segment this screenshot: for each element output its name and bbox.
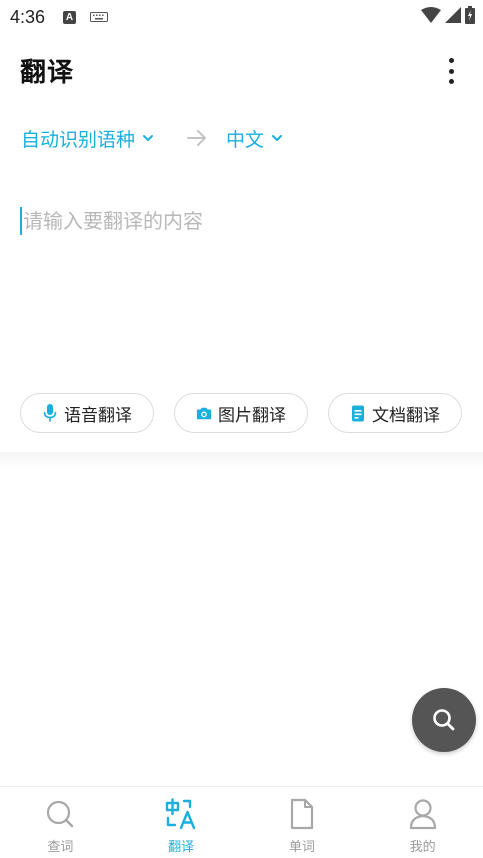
swap-arrow-icon[interactable] xyxy=(186,128,208,148)
nav-item-words[interactable]: 单词 xyxy=(242,787,363,858)
section-divider xyxy=(0,452,483,470)
image-translate-button[interactable]: 图片翻译 xyxy=(174,393,308,433)
translate-icon xyxy=(165,797,197,831)
status-bar: 4:36 A xyxy=(0,0,483,34)
a-notification-icon: A xyxy=(63,10,77,24)
translation-actions: 语音翻译 图片翻译 文档翻译 xyxy=(0,393,483,433)
microphone-icon xyxy=(42,404,58,422)
document-translate-label: 文档翻译 xyxy=(372,405,440,426)
person-icon xyxy=(407,797,439,831)
document-icon xyxy=(350,404,366,422)
status-time: 4:36 xyxy=(10,6,46,27)
translate-input[interactable]: 请输入要翻译的内容 xyxy=(20,205,460,365)
chevron-down-icon xyxy=(272,135,283,141)
floating-search-button[interactable] xyxy=(412,688,476,752)
target-language-label: 中文 xyxy=(226,128,265,151)
image-translate-label: 图片翻译 xyxy=(218,405,286,426)
nav-item-translate[interactable]: 翻译 xyxy=(121,787,242,858)
signal-icon xyxy=(445,7,461,27)
bottom-navigation: 查词 翻译 单词 我的 xyxy=(0,786,483,858)
app-header: 翻译 xyxy=(0,34,483,106)
language-selector-row: 自动识别语种 中文 xyxy=(0,118,483,158)
nav-label-words: 单词 xyxy=(288,840,315,855)
nav-label-translate: 翻译 xyxy=(168,840,195,855)
voice-translate-button[interactable]: 语音翻译 xyxy=(20,393,154,433)
voice-translate-label: 语音翻译 xyxy=(64,405,132,426)
nav-item-profile[interactable]: 我的 xyxy=(362,787,483,858)
page-title: 翻译 xyxy=(20,57,75,88)
more-dot-icon xyxy=(448,79,454,84)
more-dot-icon xyxy=(448,58,454,63)
source-language-select[interactable]: 自动识别语种 xyxy=(21,125,154,152)
chevron-down-icon xyxy=(143,135,154,141)
input-placeholder: 请输入要翻译的内容 xyxy=(23,209,203,233)
wifi-icon xyxy=(421,7,441,27)
camera-icon xyxy=(196,404,212,422)
more-dot-icon xyxy=(448,68,454,74)
search-icon xyxy=(433,709,455,731)
source-language-label: 自动识别语种 xyxy=(21,128,136,151)
keyboard-icon xyxy=(90,12,109,22)
battery-icon xyxy=(465,6,475,28)
text-cursor xyxy=(20,207,22,235)
document-icon xyxy=(286,797,318,831)
document-translate-button[interactable]: 文档翻译 xyxy=(328,393,462,433)
nav-item-lookup[interactable]: 查词 xyxy=(0,787,121,858)
nav-label-profile: 我的 xyxy=(409,840,436,855)
nav-label-lookup: 查词 xyxy=(47,840,74,855)
target-language-select[interactable]: 中文 xyxy=(226,125,283,152)
more-options-button[interactable] xyxy=(447,58,455,84)
search-icon xyxy=(44,797,76,831)
